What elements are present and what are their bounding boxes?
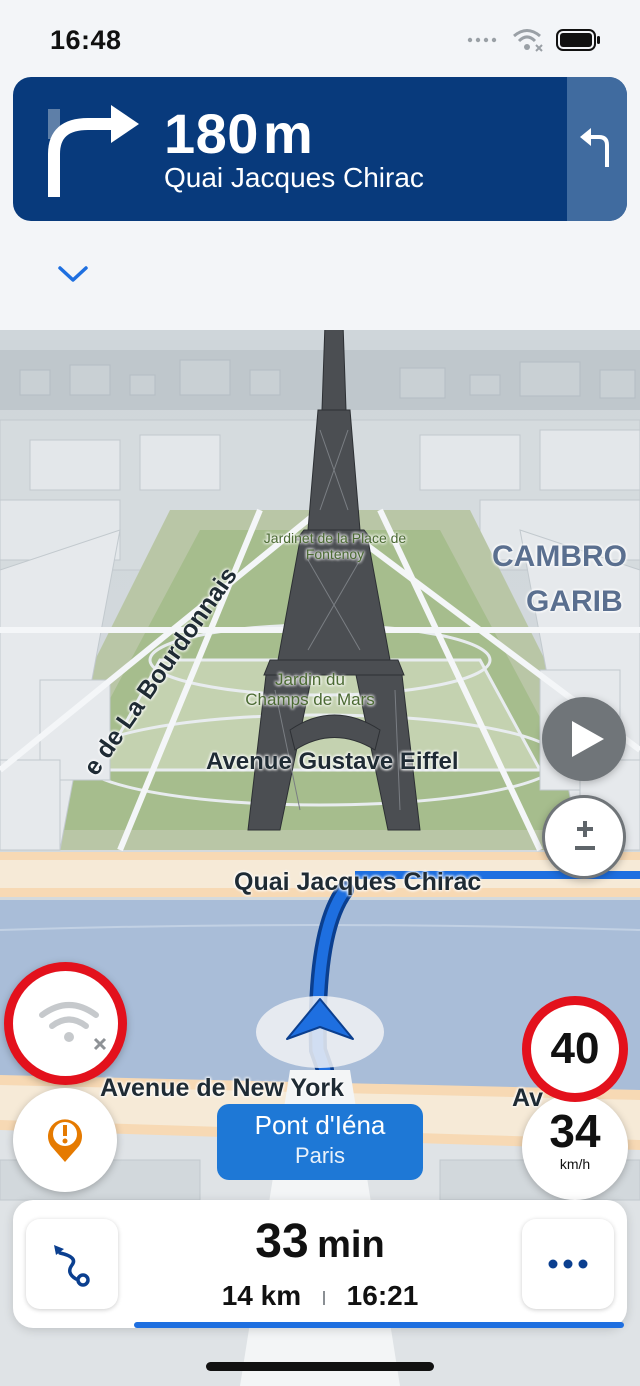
map-label-quai: Quai Jacques Chirac	[234, 868, 482, 896]
chevron-down-icon	[58, 266, 88, 282]
next-turn-panel[interactable]	[567, 77, 627, 221]
wifi-icon	[513, 29, 543, 52]
more-button[interactable]	[522, 1219, 614, 1309]
route-progress-bar	[134, 1322, 624, 1328]
zoom-button[interactable]	[542, 795, 626, 879]
current-speed-value: 34	[549, 1105, 601, 1157]
map-label-avenue-gustave-eiffel: Avenue Gustave Eiffel	[206, 748, 459, 775]
turn-street-name: Quai Jacques Chirac	[164, 162, 424, 193]
map-label-jardin: Jardin du Champs de Mars	[245, 670, 375, 709]
turn-left-icon	[580, 128, 609, 167]
trip-duration-value: 33	[255, 1215, 309, 1268]
map-label-garib: GARIB	[526, 585, 623, 618]
trip-arrival: 16:21	[346, 1280, 419, 1311]
map-label-new-york: Avenue de New York	[100, 1074, 345, 1102]
wifi-off-icon	[39, 1002, 107, 1051]
turn-distance: 180m	[164, 102, 314, 165]
separator	[322, 1290, 325, 1305]
speed-unit: km/h	[559, 1156, 591, 1172]
more-icon	[548, 1259, 588, 1269]
speed-limit-sign: 40	[522, 996, 628, 1102]
collapse-button[interactable]	[13, 244, 131, 303]
offline-indicator-button[interactable]	[4, 962, 127, 1085]
signal-icon	[467, 37, 497, 43]
play-icon	[572, 721, 604, 757]
map-label-cambro: CAMBRO	[492, 540, 627, 573]
speed-limit-value: 40	[550, 1024, 600, 1073]
turn-right-icon	[48, 105, 139, 197]
status-time: 16:48	[50, 25, 122, 55]
home-indicator[interactable]	[206, 1362, 434, 1371]
current-position-arrow	[286, 998, 354, 1040]
trip-distance: 14 km	[221, 1280, 302, 1311]
current-speed-display: 34 km/h	[522, 1094, 628, 1200]
map-label-jardinet: Jardinet de la Place de Fontenoy	[263, 530, 407, 562]
battery-icon	[556, 29, 600, 51]
trip-duration-unit: min	[317, 1224, 385, 1266]
status-icons	[466, 28, 602, 52]
incident-report-icon	[48, 1119, 82, 1162]
current-street-chip: Pont d'Iéna Paris	[217, 1104, 423, 1180]
trip-summary-panel: 33 min 14 km 16:21	[13, 1200, 627, 1328]
plus-minus-icon	[575, 821, 595, 850]
navigation-banner[interactable]: 180m Quai Jacques Chirac	[13, 77, 627, 221]
play-button[interactable]	[542, 697, 626, 781]
report-incident-button[interactable]	[13, 1088, 117, 1192]
current-street-name: Pont d'Iéna	[254, 1110, 386, 1140]
current-city: Paris	[294, 1143, 346, 1168]
